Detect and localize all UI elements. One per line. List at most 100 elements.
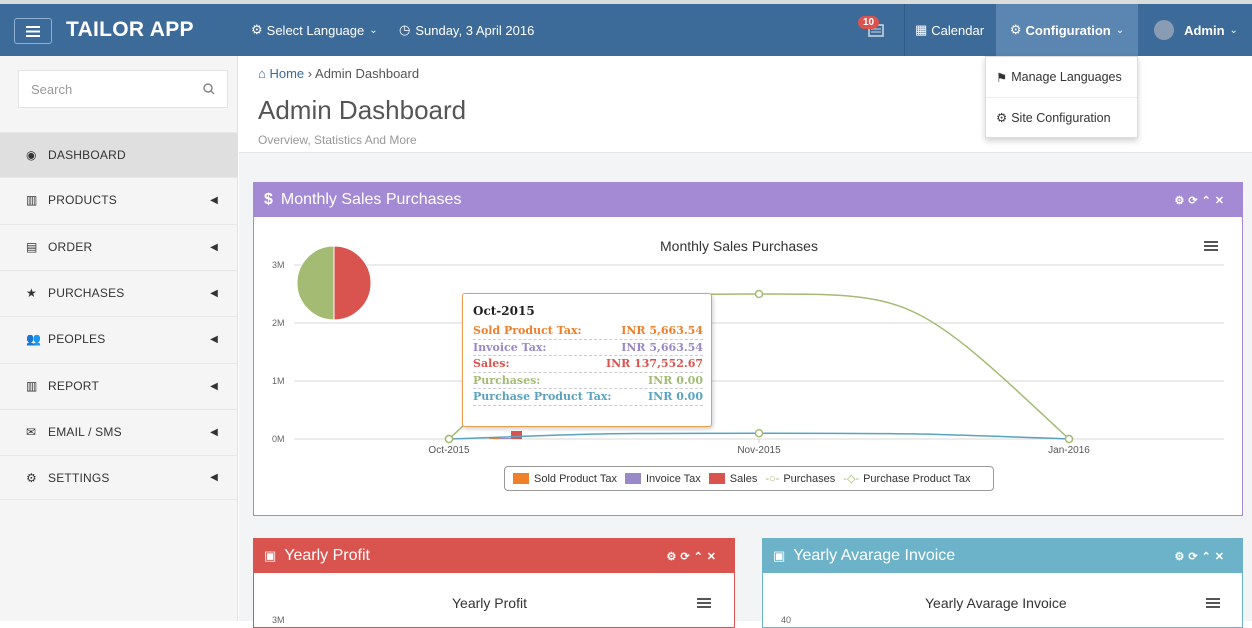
breadcrumb-home-link[interactable]: Home xyxy=(269,66,304,81)
tooltip-label: Sales: xyxy=(473,357,510,370)
sidebar: Search ◉ DASHBOARD ▥ PRODUCTS ◀ ▤ ORDER … xyxy=(0,56,238,621)
user-label: Admin xyxy=(1184,22,1225,38)
yearly-invoice-panel: ▣ Yearly Avarage Invoice ⚙⟳⌃✕ Yearly Ava… xyxy=(762,538,1243,628)
calendar-button[interactable]: ▦ Calendar xyxy=(904,4,990,56)
dollar-icon: $ xyxy=(264,191,273,208)
axis-tick-label: 3M xyxy=(272,615,285,625)
legend-label: Sales xyxy=(729,472,758,485)
dashboard-icon: ◉ xyxy=(26,148,37,162)
home-icon: ⌂ xyxy=(258,66,266,81)
pie-slice xyxy=(333,245,372,321)
sidebar-item-label: EMAIL / SMS xyxy=(48,425,122,439)
tooltip-row: Purchase Product Tax: INR 0.00 xyxy=(473,389,703,406)
chart-menu-button[interactable] xyxy=(1206,598,1220,608)
line-point xyxy=(754,428,764,438)
panel-tools[interactable]: ⚙⟳⌃✕ xyxy=(1174,194,1228,207)
select-language-button[interactable]: ⚙ Select Language ⌄ xyxy=(251,4,378,56)
legend-label: Invoice Tax xyxy=(645,472,701,485)
sidebar-item-purchases[interactable]: ★ PURCHASES ◀ xyxy=(0,270,238,315)
chart-title: Yearly Profit xyxy=(452,595,527,611)
menu-toggle-button[interactable] xyxy=(14,18,52,44)
tooltip-value: INR 0.00 xyxy=(648,390,703,403)
bar-invoice-tax xyxy=(500,438,511,439)
tooltip-label: Purchase Product Tax: xyxy=(473,390,612,403)
panel-tools[interactable]: ⚙⟳⌃✕ xyxy=(666,550,720,563)
tooltip-value: INR 5,663.54 xyxy=(621,340,703,354)
legend-item[interactable]: Sold Product Tax xyxy=(513,473,617,485)
date-label: Sunday, 3 April 2016 xyxy=(415,22,535,38)
star-icon: ★ xyxy=(26,286,37,300)
legend-label: Sold Product Tax xyxy=(534,472,617,485)
sidebar-item-label: DASHBOARD xyxy=(48,148,126,162)
sidebar-item-label: SETTINGS xyxy=(48,470,110,485)
tooltip-row: Sold Product Tax: INR 5,663.54 xyxy=(473,323,703,340)
sidebar-item-label: PEOPLES xyxy=(48,332,106,346)
panel-tools[interactable]: ⚙⟳⌃✕ xyxy=(1174,550,1228,563)
calendar-icon: ▦ xyxy=(915,22,928,37)
legend-item[interactable]: -○- Purchases xyxy=(765,473,835,485)
tooltip-row: Purchases: INR 0.00 xyxy=(473,373,703,389)
y-tick-label: 0M xyxy=(272,434,285,444)
chart-legend: Sold Product Tax Invoice Tax Sales -○- Pu… xyxy=(504,466,994,491)
search-icon[interactable] xyxy=(203,83,215,95)
money-icon: ▣ xyxy=(264,548,277,563)
sidebar-item-settings[interactable]: ⚙ SETTINGS ◀ xyxy=(0,455,238,500)
gear-icon: ⚙ xyxy=(996,111,1008,125)
panel-header: $ Monthly Sales Purchases ⚙⟳⌃✕ xyxy=(254,183,1242,217)
sidebar-item-peoples[interactable]: 👥 PEOPLES ◀ xyxy=(0,316,238,361)
manage-languages-label: Manage Languages xyxy=(1011,70,1122,84)
chevron-left-icon: ◀ xyxy=(210,426,218,438)
search-input[interactable]: Search xyxy=(18,70,228,108)
pie-slice xyxy=(296,245,335,321)
y-tick-label: 3M xyxy=(272,260,285,270)
configuration-button[interactable]: ⚙ Configuration ⌄ xyxy=(996,4,1138,56)
notification-badge: 10 xyxy=(858,16,880,29)
sidebar-item-dashboard[interactable]: ◉ DASHBOARD xyxy=(0,132,238,177)
yearly-profit-panel: ▣ Yearly Profit ⚙⟳⌃✕ Yearly Profit 3M xyxy=(253,538,735,628)
tooltip-label: Invoice Tax: xyxy=(473,340,547,354)
tooltip-header: Oct-2015 xyxy=(473,304,535,318)
sidebar-item-order[interactable]: ▤ ORDER ◀ xyxy=(0,224,238,269)
chevron-left-icon: ◀ xyxy=(210,241,218,253)
chevron-left-icon: ◀ xyxy=(210,380,218,392)
y-tick-label: 2M xyxy=(272,318,285,328)
sidebar-item-label: PURCHASES xyxy=(48,286,125,300)
notifications-button[interactable] xyxy=(856,4,896,56)
tooltip-label: Sold Product Tax: xyxy=(473,324,582,337)
tooltip-value: INR 0.00 xyxy=(648,373,703,387)
panel-title: Yearly Avarage Invoice xyxy=(793,547,956,564)
line-point xyxy=(754,289,764,299)
panel-header: ▣ Yearly Avarage Invoice ⚙⟳⌃✕ xyxy=(763,539,1242,573)
search-placeholder: Search xyxy=(31,81,73,97)
sidebar-item-label: PRODUCTS xyxy=(48,193,117,207)
clock-icon: ◷ xyxy=(399,22,411,37)
page-subtitle: Overview, Statistics And More xyxy=(258,133,417,147)
tooltip-row: Invoice Tax: INR 5,663.54 xyxy=(473,340,703,356)
breadcrumb-current: Admin Dashboard xyxy=(315,66,420,81)
legend-item[interactable]: -◇- Purchase Product Tax xyxy=(843,472,971,486)
legend-label: Purchase Product Tax xyxy=(863,472,971,485)
chart-menu-button[interactable] xyxy=(697,598,711,608)
manage-languages-item[interactable]: ⚑ Manage Languages xyxy=(986,57,1137,97)
monthly-sales-panel: $ Monthly Sales Purchases ⚙⟳⌃✕ Monthly S… xyxy=(253,182,1243,516)
configuration-label: Configuration xyxy=(1025,22,1111,38)
bar-sales xyxy=(511,431,522,439)
tooltip-value: INR 137,552.67 xyxy=(605,357,703,370)
legend-item[interactable]: Invoice Tax xyxy=(624,472,701,485)
sidebar-item-label: ORDER xyxy=(48,240,93,254)
user-menu-button[interactable]: Admin ⌄ xyxy=(1140,4,1252,56)
legend-item[interactable]: Sales xyxy=(708,472,758,485)
calendar-label: Calendar xyxy=(931,22,985,38)
chevron-left-icon: ◀ xyxy=(210,287,218,299)
app-brand[interactable]: TAILOR APP xyxy=(66,4,194,56)
tooltip-row: Sales: INR 137,552.67 xyxy=(473,356,703,373)
breadcrumb-separator: › xyxy=(307,66,316,81)
sidebar-item-report[interactable]: ▥ REPORT ◀ xyxy=(0,363,238,408)
line-point xyxy=(1064,434,1074,444)
sidebar-item-products[interactable]: ▥ PRODUCTS ◀ xyxy=(0,177,238,222)
chart-tooltip: Oct-2015 Sold Product Tax: INR 5,663.54 I… xyxy=(462,293,712,427)
x-tick-label: Jan-2016 xyxy=(1048,445,1090,456)
chevron-down-icon: ⌄ xyxy=(1115,24,1125,36)
sidebar-item-email-sms[interactable]: ✉ EMAIL / SMS ◀ xyxy=(0,409,238,454)
site-configuration-item[interactable]: ⚙ Site Configuration xyxy=(986,97,1137,137)
